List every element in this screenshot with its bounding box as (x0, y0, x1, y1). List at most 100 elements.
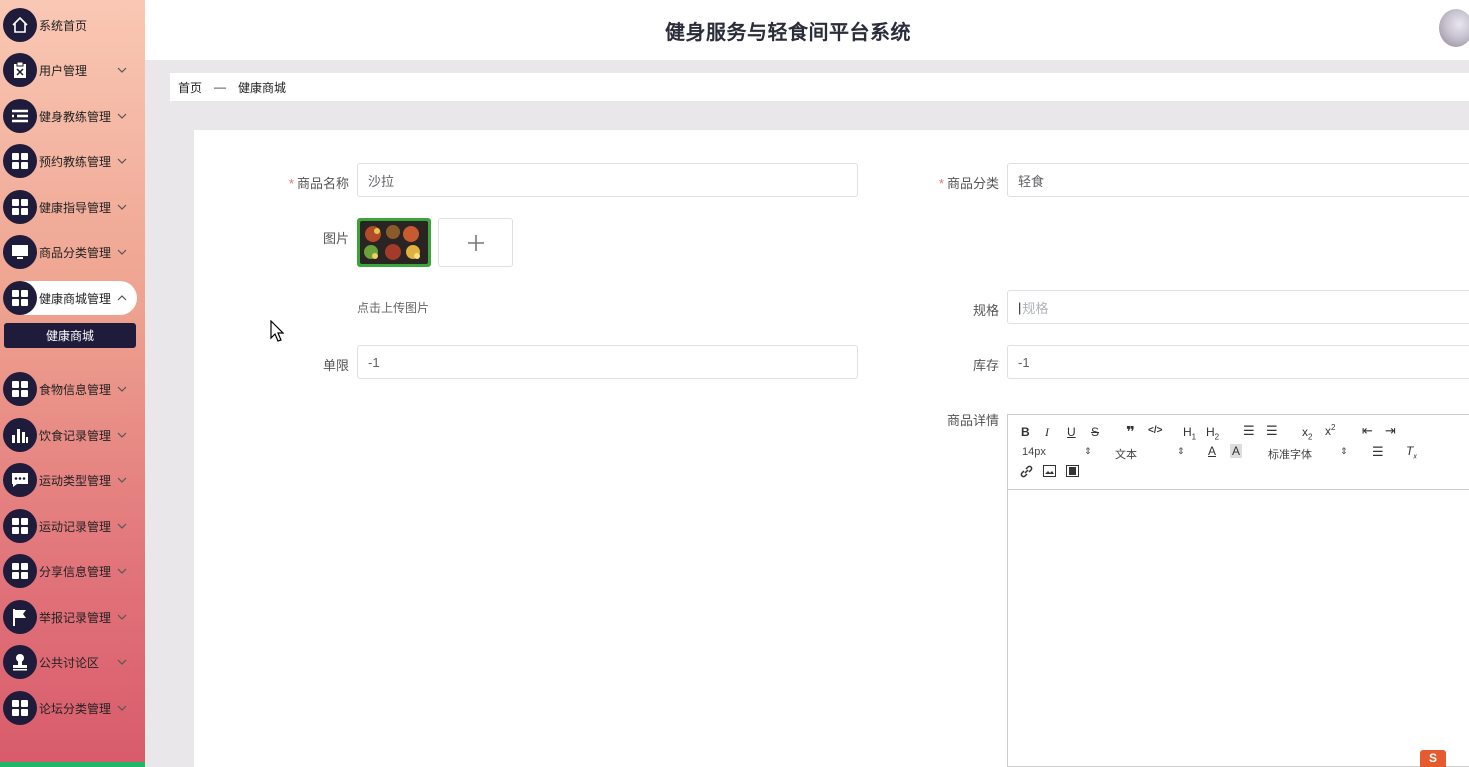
sidebar-item-label: 论坛分类管理 (39, 701, 112, 716)
sidebar-item-label: 健身教练管理 (39, 109, 112, 124)
sidebar-item-4[interactable]: 健康指导管理 (3, 190, 137, 224)
indent-icon[interactable]: ⇥ (1385, 423, 1396, 439)
ordered-list-button[interactable]: ☰ (1243, 423, 1255, 439)
breadcrumb-separator: — (214, 80, 227, 94)
flag-icon (3, 600, 37, 634)
bar-chart-icon (3, 418, 37, 452)
stamp-icon (3, 645, 37, 679)
app-title: 健身服务与轻食间平台系统 (665, 22, 911, 44)
sidebar-item-8[interactable]: 饮食记录管理 (3, 418, 137, 452)
sidebar-item-label: 用户管理 (39, 63, 88, 78)
progress-bar (0, 762, 145, 767)
submenu-item-health-mall[interactable]: 健康商城 (4, 323, 136, 348)
home-icon (3, 8, 37, 42)
align-icon[interactable]: ☰ (1372, 444, 1384, 460)
bold-button[interactable]: B (1021, 425, 1030, 439)
chevron-down-icon (117, 472, 129, 484)
subscript-button[interactable]: x2 (1302, 425, 1312, 441)
list-icon (3, 99, 37, 133)
sidebar-item-label: 运动记录管理 (39, 519, 112, 534)
code-button[interactable]: </> (1148, 425, 1162, 436)
sidebar-item-1[interactable]: 用户管理 (3, 53, 137, 87)
chevron-up-icon (117, 290, 129, 302)
product-name-label: * 商品名称 (288, 176, 349, 191)
superscript-button[interactable]: x2 (1325, 423, 1335, 438)
mouse-cursor-icon (270, 320, 284, 342)
font-color-icon[interactable]: A (1208, 444, 1216, 458)
font-size-select[interactable]: 14px ⇕ (1022, 446, 1092, 458)
sidebar-item-13[interactable]: 公共讨论区 (3, 645, 137, 679)
uploaded-image-thumbnail[interactable] (357, 218, 431, 267)
grid-icon (3, 372, 37, 406)
spec-label: 规格 (972, 303, 999, 318)
sidebar-item-label: 食物信息管理 (39, 382, 112, 397)
sidebar-item-2[interactable]: 健身教练管理 (3, 99, 137, 133)
image-icon[interactable] (1043, 465, 1056, 480)
image-label: 图片 (322, 231, 349, 246)
video-icon[interactable] (1066, 465, 1079, 480)
h1-button[interactable]: H1 (1183, 425, 1196, 441)
upload-hint: 点击上传图片 (357, 301, 430, 315)
sidebar-item-11[interactable]: 分享信息管理 (3, 554, 137, 588)
sidebar-item-label: 运动类型管理 (39, 473, 112, 488)
clear-format-icon[interactable]: Tx (1406, 444, 1417, 460)
product-category-select[interactable]: 轻食 (1007, 163, 1469, 197)
underline-button[interactable]: U (1067, 425, 1076, 439)
strikethrough-button[interactable]: S (1091, 425, 1099, 439)
breadcrumb: 首页 — 健康商城 (170, 73, 1469, 101)
text-type-select[interactable]: 文本 ⇕ (1115, 446, 1185, 462)
sidebar-item-label: 健康指导管理 (39, 200, 112, 215)
chat-icon (3, 463, 37, 497)
sidebar-item-9[interactable]: 运动类型管理 (3, 463, 137, 497)
chevron-down-icon (117, 153, 129, 165)
sidebar-item-14[interactable]: 论坛分类管理 (3, 691, 137, 725)
product-category-label: * 商品分类 (938, 176, 999, 191)
editor-toolbar: B I U S ❞ </> H1 H2 ☰ ☰ x2 x2 ⇤ ⇥ 14px ⇕ … (1008, 415, 1469, 490)
sidebar-item-label: 商品分类管理 (39, 245, 112, 260)
sidebar-item-label: 分享信息管理 (39, 564, 112, 579)
grid-icon (3, 691, 37, 725)
font-family-select[interactable]: 标准字体 ⇕ (1268, 446, 1348, 462)
sidebar-item-6[interactable]: 健康商城管理 (3, 281, 137, 315)
chevron-down-icon (117, 563, 129, 575)
sidebar-item-0[interactable]: 系统首页 (3, 8, 137, 42)
sidebar-item-7[interactable]: 食物信息管理 (3, 372, 137, 406)
upload-add-button[interactable] (438, 218, 513, 267)
monitor-icon (3, 235, 37, 269)
sidebar: 系统首页用户管理健身教练管理预约教练管理健康指导管理 商品分类管理 健康商城管理 食物… (0, 0, 145, 767)
chevron-down-icon (117, 700, 129, 712)
text-caret: | (1018, 299, 1022, 315)
plus-icon (467, 234, 484, 251)
chevron-down-icon (117, 518, 129, 530)
chevron-down-icon (117, 427, 129, 439)
ime-logo-icon: S (1420, 750, 1446, 767)
grid-icon (3, 190, 37, 224)
breadcrumb-home[interactable]: 首页 (178, 79, 202, 96)
italic-button[interactable]: I (1045, 425, 1049, 440)
spec-input[interactable]: | 规格 (1007, 290, 1469, 324)
sidebar-item-12[interactable]: 举报记录管理 (3, 600, 137, 634)
sidebar-item-3[interactable]: 预约教练管理 (3, 144, 137, 178)
outdent-icon[interactable]: ⇤ (1362, 423, 1373, 439)
grid-icon (3, 554, 37, 588)
stock-input[interactable]: -1 (1007, 345, 1469, 379)
product-name-input[interactable]: 沙拉 (357, 163, 858, 197)
chevron-down-icon (117, 244, 129, 256)
chevron-down-icon (117, 199, 129, 211)
h2-button[interactable]: H2 (1206, 425, 1219, 441)
sidebar-item-label: 饮食记录管理 (39, 428, 112, 443)
spec-placeholder: 规格 (1022, 300, 1049, 316)
sidebar-item-label: 公共讨论区 (39, 655, 100, 670)
sidebar-item-5[interactable]: 商品分类管理 (3, 235, 137, 269)
chevron-down-icon (117, 62, 129, 74)
bullet-list-button[interactable]: ☰ (1266, 423, 1278, 439)
background-color-icon[interactable]: A (1230, 444, 1243, 458)
link-icon[interactable] (1020, 465, 1033, 481)
stock-label: 库存 (972, 358, 999, 373)
limit-input[interactable]: -1 (357, 345, 858, 379)
sidebar-item-10[interactable]: 运动记录管理 (3, 509, 137, 543)
chevron-down-icon (117, 108, 129, 120)
sidebar-item-label: 健康商城管理 (39, 291, 112, 306)
quote-button[interactable]: ❞ (1126, 423, 1135, 441)
avatar[interactable] (1439, 9, 1469, 47)
